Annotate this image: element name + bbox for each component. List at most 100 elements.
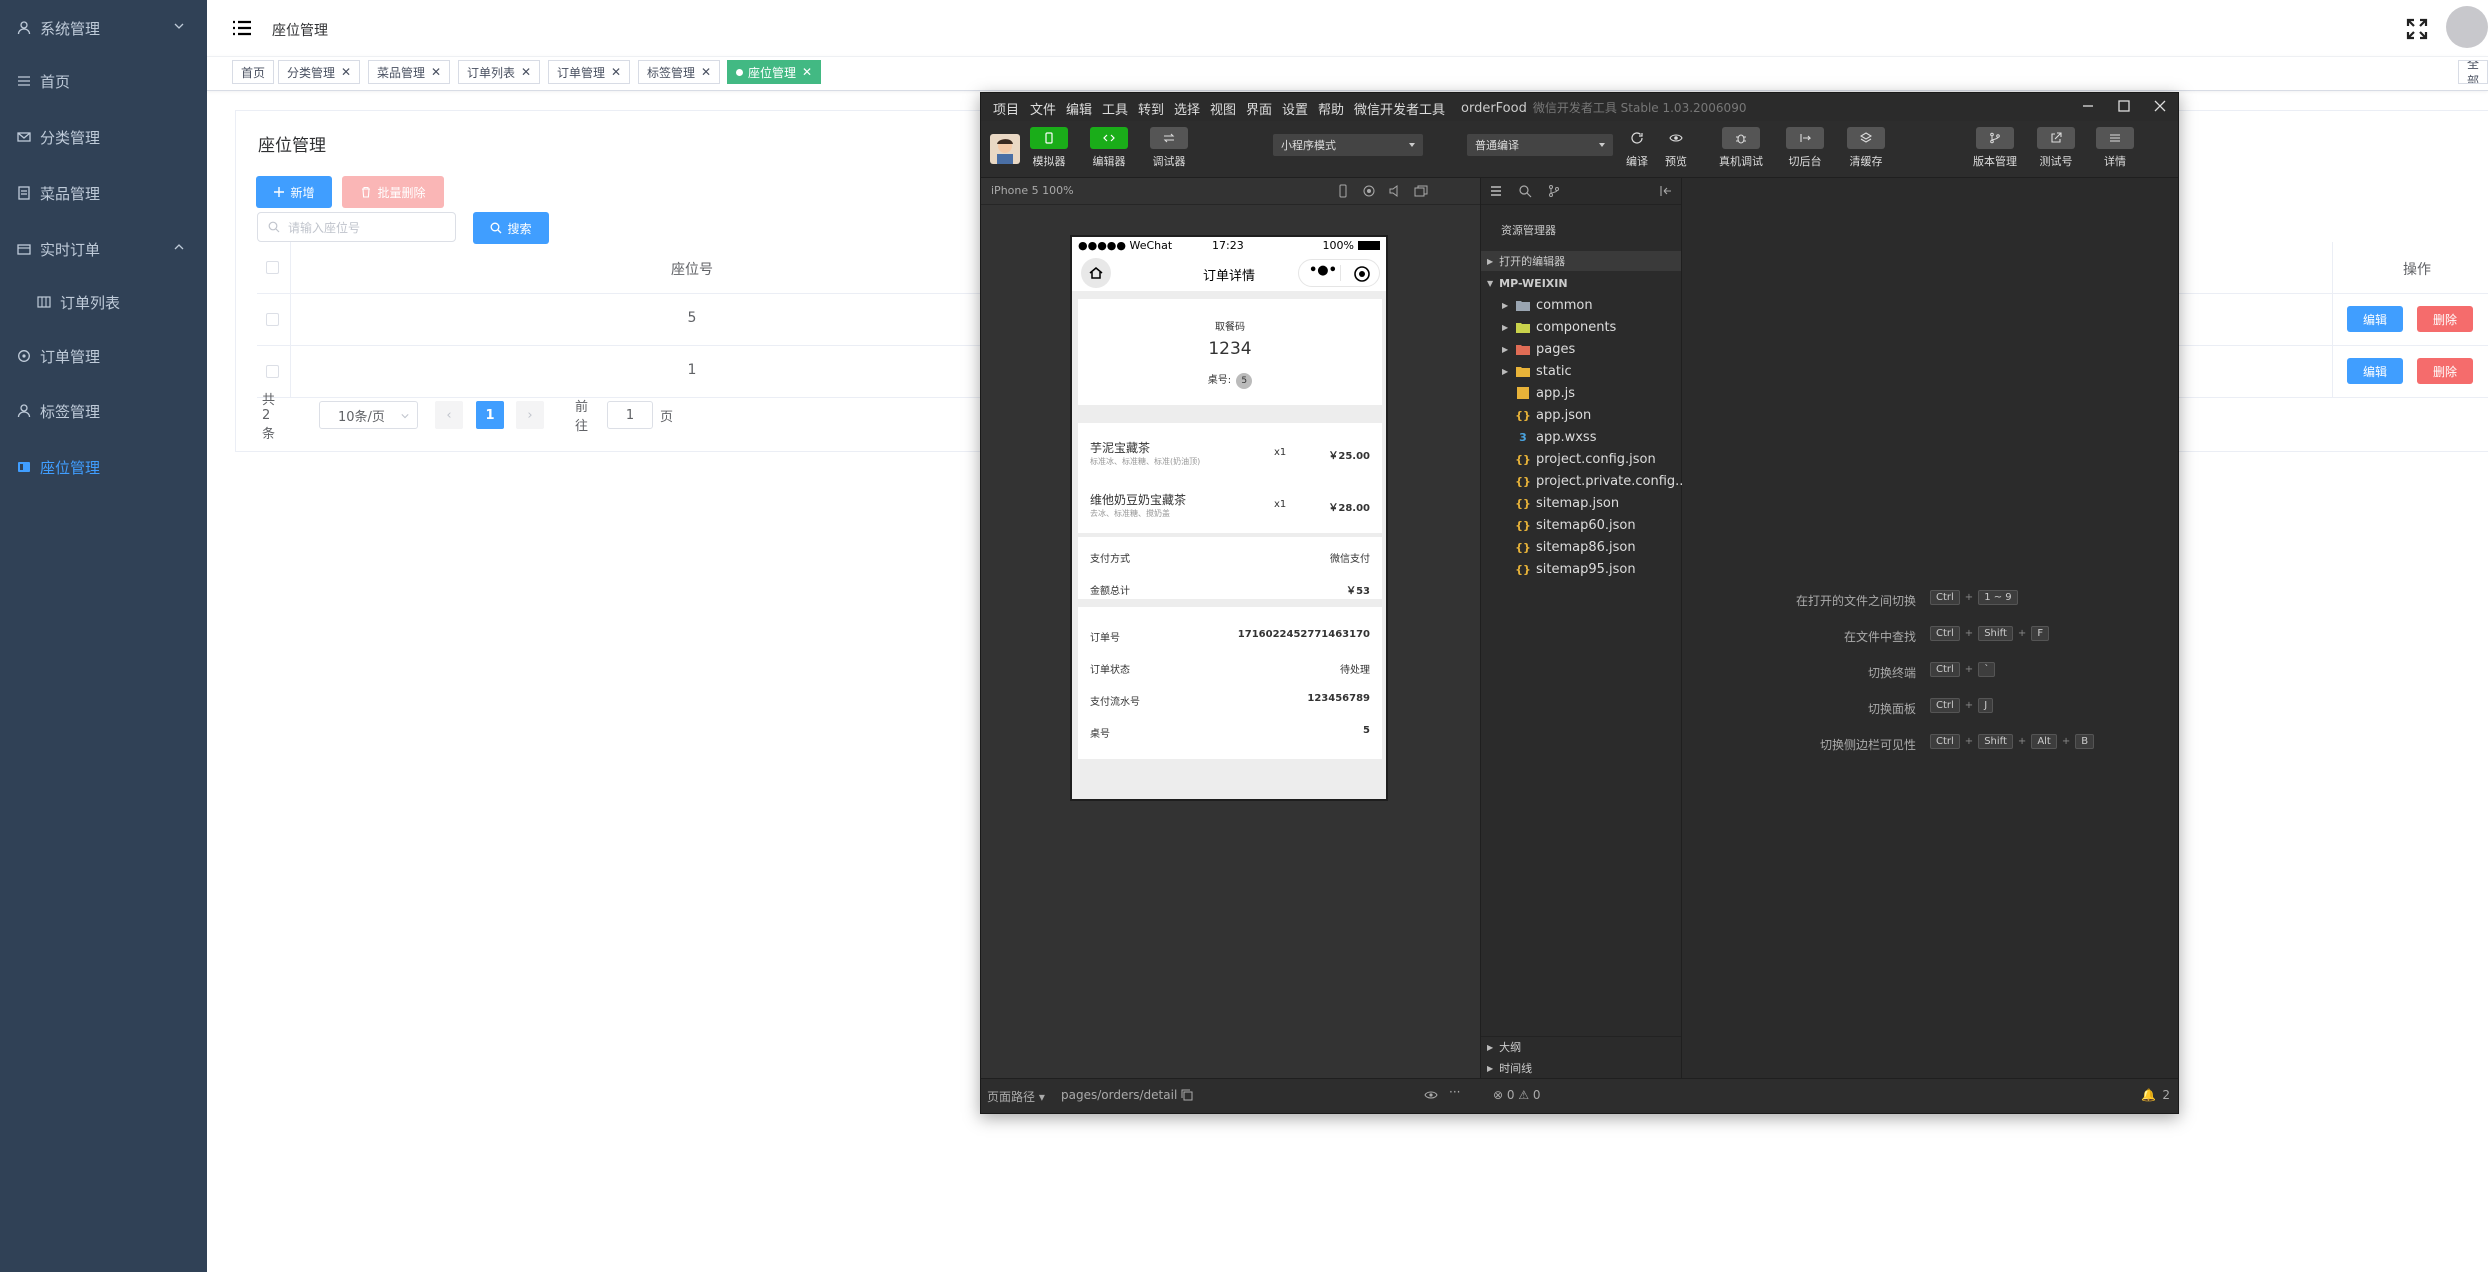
close-icon[interactable]: ✕: [341, 65, 351, 79]
real-device-debug-button[interactable]: 真机调试: [1719, 127, 1763, 169]
close-icon[interactable]: [2152, 98, 2168, 114]
phone-icon[interactable]: [1336, 184, 1350, 198]
debugger-toggle[interactable]: 调试器: [1150, 127, 1188, 169]
close-icon[interactable]: ✕: [802, 65, 812, 79]
page-size-select[interactable]: 10条/页: [319, 401, 418, 429]
prev-page-button[interactable]: ‹: [435, 401, 463, 429]
sidebar-item-category[interactable]: 分类管理: [0, 109, 207, 165]
menu-view[interactable]: 视图: [1210, 99, 1236, 118]
sidebar-item-system[interactable]: 系统管理: [0, 0, 207, 56]
minimize-icon[interactable]: [2080, 98, 2096, 114]
menu-settings[interactable]: 设置: [1282, 99, 1308, 118]
timeline-section[interactable]: ▶ 时间线: [1481, 1058, 1681, 1078]
file-tree-item[interactable]: {} sitemap86.json: [1515, 537, 1635, 557]
file-tree-item[interactable]: 3 app.wxss: [1516, 427, 1596, 447]
hamburger-icon[interactable]: [233, 20, 251, 36]
page-path-select[interactable]: 页面路径 ▾: [987, 1088, 1045, 1105]
menu-project[interactable]: 项目: [993, 99, 1019, 118]
search-icon[interactable]: [1518, 184, 1532, 198]
file-tree-item[interactable]: app.js: [1516, 383, 1575, 403]
open-editors-section[interactable]: ▶ 打开的编辑器: [1481, 251, 1681, 271]
menu-edit[interactable]: 编辑: [1066, 99, 1092, 118]
menu-select[interactable]: 选择: [1174, 99, 1200, 118]
device-select[interactable]: iPhone 5 100%: [991, 184, 1074, 197]
file-tree-item[interactable]: {} project.config.json: [1515, 449, 1656, 469]
row-checkbox[interactable]: [266, 365, 279, 378]
batch-delete-button[interactable]: 批量删除: [342, 176, 444, 208]
page-number[interactable]: 1: [476, 401, 504, 429]
tag-labels[interactable]: 标签管理 ✕: [638, 60, 721, 84]
maximize-icon[interactable]: [2116, 98, 2132, 114]
sidebar-item-order-mgmt[interactable]: 订单管理: [0, 328, 207, 384]
compile-mode-select[interactable]: 普通编译: [1467, 134, 1613, 156]
copy-icon[interactable]: [1181, 1089, 1193, 1101]
tag-category[interactable]: 分类管理 ✕: [278, 60, 361, 84]
sidebar-item-realtime-orders[interactable]: 实时订单: [0, 221, 207, 277]
close-icon[interactable]: ✕: [611, 65, 621, 79]
menu-tools[interactable]: 工具: [1102, 99, 1128, 118]
user-avatar[interactable]: [990, 134, 1020, 164]
sidebar-item-tags[interactable]: 标签管理: [0, 383, 207, 439]
notification-bell-icon[interactable]: 🔔: [2141, 1088, 2156, 1102]
editor-toggle[interactable]: 编辑器: [1090, 127, 1128, 169]
sidebar-item-order-list[interactable]: 订单列表: [0, 274, 227, 330]
sidebar-item-dishes[interactable]: 菜品管理: [0, 165, 207, 221]
tag-dishes[interactable]: 菜品管理 ✕: [368, 60, 451, 84]
background-button[interactable]: 切后台: [1786, 127, 1824, 169]
tag-order-list[interactable]: 订单列表 ✕: [458, 60, 541, 84]
outline-section[interactable]: ▶ 大纲: [1481, 1036, 1681, 1057]
compile-button[interactable]: 编译: [1625, 127, 1649, 169]
menu-interface[interactable]: 界面: [1246, 99, 1272, 118]
tag-home[interactable]: 首页: [232, 60, 275, 84]
test-account-button[interactable]: 测试号: [2037, 127, 2075, 169]
delete-button[interactable]: 删除: [2417, 358, 2473, 384]
capsule-menu[interactable]: •●•: [1298, 259, 1380, 287]
menu-goto[interactable]: 转到: [1138, 99, 1164, 118]
source-control-icon[interactable]: [1547, 184, 1561, 198]
tag-seats[interactable]: 座位管理 ✕: [727, 60, 822, 84]
collapse-panel-icon[interactable]: [1659, 184, 1673, 198]
file-tree-item[interactable]: ▶ static: [1502, 361, 1572, 381]
menu-help[interactable]: 帮助: [1318, 99, 1344, 118]
close-icon[interactable]: ✕: [701, 65, 711, 79]
sidebar-item-home[interactable]: 首页: [0, 53, 207, 109]
close-icon[interactable]: ✕: [431, 65, 441, 79]
edit-button[interactable]: 编辑: [2347, 306, 2403, 332]
file-tree-item[interactable]: ▶ pages: [1502, 339, 1575, 359]
close-miniprogram-icon[interactable]: [1353, 265, 1371, 283]
menu-wechat-devtools[interactable]: 微信开发者工具: [1354, 99, 1445, 118]
file-tree-item[interactable]: ▶ components: [1502, 317, 1616, 337]
row-checkbox[interactable]: [266, 313, 279, 326]
close-icon[interactable]: ✕: [521, 65, 531, 79]
delete-button[interactable]: 删除: [2417, 306, 2473, 332]
volume-icon[interactable]: [1388, 184, 1402, 198]
details-button[interactable]: 详情: [2096, 127, 2134, 169]
file-tree-item[interactable]: {} app.json: [1515, 405, 1591, 425]
version-mgmt-button[interactable]: 版本管理: [1973, 127, 2017, 169]
select-all-checkbox[interactable]: [266, 261, 279, 274]
problems-indicator[interactable]: ⊗ 0 ⚠ 0: [1493, 1088, 1541, 1102]
more-icon[interactable]: ···: [1449, 1085, 1460, 1099]
edit-button[interactable]: 编辑: [2347, 358, 2403, 384]
search-button[interactable]: 搜索: [473, 212, 549, 244]
file-tree-item[interactable]: {} sitemap.json: [1515, 493, 1619, 513]
files-icon[interactable]: [1489, 184, 1503, 198]
search-input[interactable]: [286, 217, 450, 239]
avatar[interactable]: [2446, 6, 2488, 48]
sidebar-item-seats[interactable]: 座位管理: [0, 439, 207, 495]
menu-file[interactable]: 文件: [1030, 99, 1056, 118]
tag-order-mgmt[interactable]: 订单管理 ✕: [548, 60, 631, 84]
file-tree-item[interactable]: {} sitemap95.json: [1515, 559, 1635, 579]
add-button[interactable]: 新增: [256, 176, 332, 208]
tag-close-all[interactable]: 全部: [2458, 60, 2488, 84]
record-icon[interactable]: [1362, 184, 1376, 198]
more-icon[interactable]: •●•: [1309, 263, 1337, 278]
preview-button[interactable]: 预览: [1664, 127, 1688, 169]
clear-cache-button[interactable]: 清缓存: [1847, 127, 1885, 169]
mode-select[interactable]: 小程序模式: [1273, 134, 1423, 156]
file-tree-item[interactable]: {} sitemap60.json: [1515, 515, 1635, 535]
simulator-toggle[interactable]: 模拟器: [1030, 127, 1068, 169]
file-tree-item[interactable]: ▶ common: [1502, 295, 1593, 315]
next-page-button[interactable]: ›: [516, 401, 544, 429]
fullscreen-icon[interactable]: [2406, 18, 2428, 40]
